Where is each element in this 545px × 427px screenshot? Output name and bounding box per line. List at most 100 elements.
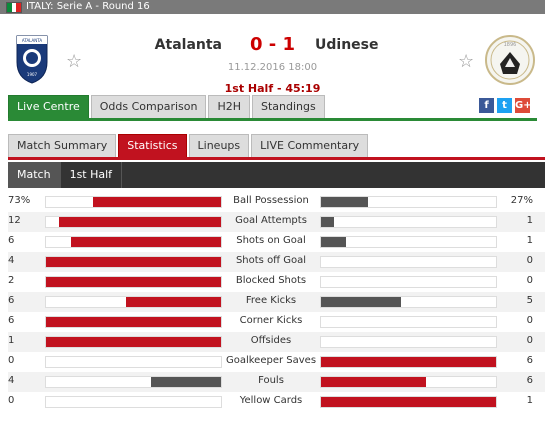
stat-away-bar-track: [320, 316, 497, 328]
tab-statistics[interactable]: Statistics: [118, 134, 187, 158]
stat-away-bar-track: [320, 396, 497, 408]
stat-home-value: 6: [8, 315, 15, 326]
stat-away-value: 1: [526, 215, 533, 226]
stat-away-bar-track: [320, 216, 497, 228]
stat-away-value: 1: [526, 235, 533, 246]
stat-label: Goalkeeper Saves: [225, 355, 317, 366]
facebook-icon[interactable]: f: [479, 98, 494, 113]
social-share: f t G+: [479, 98, 532, 113]
stat-home-value: 2: [8, 275, 15, 286]
stat-label: Corner Kicks: [239, 315, 303, 326]
match-header: ATALANTA 1907 ☆ Atalanta 0 - 1 Udinese 1…: [0, 14, 545, 95]
stat-away-bar: [321, 377, 426, 387]
tab-live-commentary[interactable]: LIVE Commentary: [251, 134, 369, 158]
stat-away-bar: [321, 217, 335, 227]
stat-away-bar-track: [320, 256, 497, 268]
statistics-table: 73% Ball Possession 27% 12 Goal Attempts 1 6 Sh…: [8, 192, 545, 412]
stat-home-value: 4: [8, 255, 15, 266]
period-tab-1st-half[interactable]: 1st Half: [61, 162, 123, 188]
google-plus-icon[interactable]: G+: [515, 98, 532, 113]
stat-home-bar-track: [45, 316, 222, 328]
tab-odds-comparison[interactable]: Odds Comparison: [90, 95, 207, 119]
stat-away-bar: [321, 397, 496, 407]
stat-away-value: 0: [526, 315, 533, 326]
stat-row: 1 Offsides 0: [8, 332, 545, 352]
competition-bar: ITALY: Serie A - Round 16: [0, 0, 545, 14]
stat-label: Yellow Cards: [239, 395, 303, 406]
stat-home-value: 0: [8, 355, 15, 366]
stat-label: Fouls: [258, 375, 284, 386]
competition-title: ITALY: Serie A - Round 16: [26, 1, 150, 12]
stat-home-bar: [93, 197, 221, 207]
stat-home-bar-track: [45, 376, 222, 388]
stat-home-bar: [46, 317, 221, 327]
stat-row: 73% Ball Possession 27%: [8, 192, 545, 212]
twitter-icon[interactable]: t: [497, 98, 512, 113]
stat-home-value: 4: [8, 375, 15, 386]
stat-home-bar: [151, 377, 221, 387]
stat-row: 4 Fouls 6: [8, 372, 545, 392]
italy-flag-icon: [6, 1, 22, 13]
stat-label: Goal Attempts: [235, 215, 307, 226]
stat-label: Blocked Shots: [235, 275, 307, 286]
tab-match-summary[interactable]: Match Summary: [8, 134, 117, 158]
stat-home-bar: [46, 337, 221, 347]
main-tabs-underline: [8, 118, 537, 121]
tab-live-centre[interactable]: Live Centre: [8, 95, 89, 119]
stat-away-value: 27%: [510, 195, 533, 206]
stat-home-bar-track: [45, 236, 222, 248]
stat-away-bar-track: [320, 296, 497, 308]
tab-h2h[interactable]: H2H: [208, 95, 251, 119]
stat-home-value: 73%: [8, 195, 31, 206]
stat-home-bar: [71, 237, 221, 247]
away-team-name[interactable]: Udinese: [315, 37, 378, 53]
stat-home-value: 12: [8, 215, 21, 226]
stat-away-bar-track: [320, 196, 497, 208]
stat-away-value: 0: [526, 275, 533, 286]
favorite-away-star-icon[interactable]: ☆: [458, 51, 474, 72]
stat-row: 6 Corner Kicks 0: [8, 312, 545, 332]
stat-away-value: 6: [526, 355, 533, 366]
stat-label: Offsides: [250, 335, 292, 346]
stat-home-value: 1: [8, 335, 15, 346]
stat-home-bar-track: [45, 296, 222, 308]
stat-away-bar-track: [320, 356, 497, 368]
stat-away-bar-track: [320, 336, 497, 348]
stat-home-bar: [59, 217, 221, 227]
tab-lineups[interactable]: Lineups: [188, 134, 250, 158]
stat-away-bar-track: [320, 236, 497, 248]
tab-standings[interactable]: Standings: [252, 95, 325, 119]
stat-row: 6 Shots on Goal 1: [8, 232, 545, 252]
stat-home-bar: [125, 297, 221, 307]
stat-away-bar: [321, 357, 496, 367]
stat-label: Ball Possession: [233, 195, 309, 206]
match-status: 1st Half - 45:19: [224, 82, 321, 95]
main-tabs: Live Centre Odds Comparison H2H Standing…: [8, 95, 327, 119]
stat-home-bar: [46, 277, 221, 287]
stat-away-bar: [321, 237, 347, 247]
stat-home-value: 0: [8, 395, 15, 406]
stat-home-value: 6: [8, 295, 15, 306]
stat-away-value: 0: [526, 255, 533, 266]
stat-home-bar-track: [45, 196, 222, 208]
stat-home-value: 6: [8, 235, 15, 246]
stat-row: 0 Goalkeeper Saves 6: [8, 352, 545, 372]
period-tab-match[interactable]: Match: [8, 162, 61, 188]
stat-away-bar: [321, 197, 369, 207]
stat-label: Shots off Goal: [235, 255, 307, 266]
stat-home-bar-track: [45, 356, 222, 368]
stat-away-bar-track: [320, 276, 497, 288]
udinese-logo-icon: 1896: [485, 35, 535, 85]
stat-home-bar-track: [45, 216, 222, 228]
stat-row: 2 Blocked Shots 0: [8, 272, 545, 292]
stat-label: Shots on Goal: [236, 235, 306, 246]
stat-home-bar-track: [45, 256, 222, 268]
sub-tabs: Match Summary Statistics Lineups LIVE Co…: [8, 134, 370, 158]
stat-away-bar-track: [320, 376, 497, 388]
stat-row: 4 Shots off Goal 0: [8, 252, 545, 272]
stat-label: Free Kicks: [245, 295, 297, 306]
period-tabs: Match 1st Half: [8, 162, 545, 188]
udinese-logo-year: 1896: [504, 42, 517, 48]
stat-home-bar-track: [45, 396, 222, 408]
stat-row: 0 Yellow Cards 1: [8, 392, 545, 412]
